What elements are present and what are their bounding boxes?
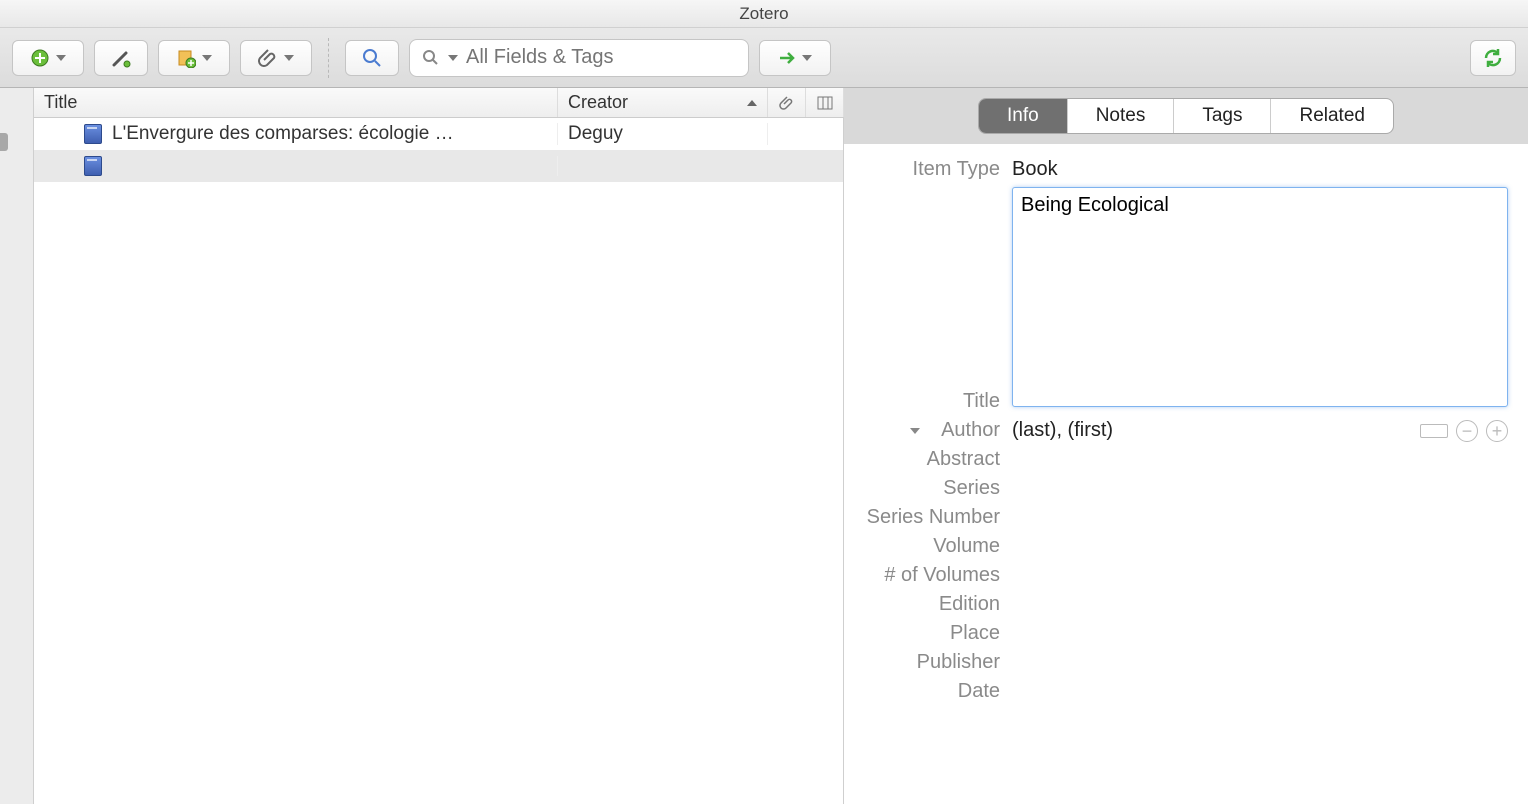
item-row[interactable]: [34, 150, 843, 182]
field-volume: Volume: [844, 535, 1508, 558]
attach-button[interactable]: [240, 40, 312, 76]
field-item-type: Item Type Book: [844, 158, 1508, 181]
new-item-button[interactable]: [158, 40, 230, 76]
field-label: Edition: [844, 593, 1012, 616]
title-input[interactable]: [1012, 187, 1508, 407]
item-list-pane: Title Creator L'Envergure des comparses:…: [34, 88, 844, 804]
field-series-number: Series Number: [844, 506, 1508, 529]
book-icon: [84, 124, 102, 144]
creator-name[interactable]: (last), (first): [1012, 419, 1113, 442]
item-title-cell: [34, 156, 558, 176]
remove-creator-button[interactable]: −: [1456, 420, 1478, 442]
field-publisher: Publisher: [844, 651, 1508, 674]
chevron-down-icon: [802, 55, 812, 61]
new-collection-button[interactable]: [12, 40, 84, 76]
column-header-row: Title Creator: [34, 88, 843, 118]
item-pane: Info Notes Tags Related Item Type Book T…: [844, 88, 1528, 804]
item-rows: L'Envergure des comparses: écologie … De…: [34, 118, 843, 804]
field-label: Abstract: [844, 448, 1012, 471]
plus-circle-icon: [30, 48, 50, 68]
main-toolbar: [0, 28, 1528, 88]
field-label: Item Type: [844, 158, 1012, 181]
field-label: Volume: [844, 535, 1012, 558]
search-icon: [422, 49, 440, 67]
sort-ascending-icon: [747, 100, 757, 106]
field-author: Author (last), (first) − +: [844, 419, 1508, 442]
column-header-attachment[interactable]: [768, 88, 806, 117]
field-label: Series: [844, 477, 1012, 500]
field-date: Date: [844, 680, 1508, 703]
field-value-item-type[interactable]: Book: [1012, 158, 1508, 181]
creator-type-label[interactable]: Author: [844, 419, 1012, 442]
toolbar-separator: [328, 38, 329, 78]
search-input[interactable]: [466, 46, 736, 69]
columns-icon: [817, 95, 833, 111]
field-label: Date: [844, 680, 1012, 703]
paperclip-icon: [779, 95, 795, 111]
tab-related[interactable]: Related: [1271, 99, 1393, 133]
locate-button[interactable]: [759, 40, 831, 76]
add-by-identifier-button[interactable]: [94, 40, 148, 76]
main-area: Title Creator L'Envergure des comparses:…: [0, 88, 1528, 804]
field-abstract: Abstract: [844, 448, 1508, 471]
column-header-title[interactable]: Title: [34, 88, 558, 117]
arrow-right-icon: [778, 49, 796, 67]
item-row[interactable]: L'Envergure des comparses: écologie … De…: [34, 118, 843, 150]
chevron-down-icon: [284, 55, 294, 61]
add-creator-button[interactable]: +: [1486, 420, 1508, 442]
wand-icon: [110, 47, 132, 69]
sync-button[interactable]: [1470, 40, 1516, 76]
column-picker-button[interactable]: [806, 88, 844, 117]
field-label: # of Volumes: [844, 564, 1012, 587]
item-title-cell: L'Envergure des comparses: écologie …: [34, 123, 558, 145]
field-place: Place: [844, 622, 1508, 645]
tab-info[interactable]: Info: [979, 99, 1068, 133]
window-title: Zotero: [739, 4, 788, 23]
info-fields: Item Type Book Title Author (last), (fir…: [844, 144, 1528, 804]
page-add-icon: [176, 48, 196, 68]
tab-notes[interactable]: Notes: [1068, 99, 1175, 133]
book-icon: [84, 156, 102, 176]
field-series: Series: [844, 477, 1508, 500]
sync-icon: [1482, 47, 1504, 69]
field-label: Title: [844, 390, 1012, 413]
field-edition: Edition: [844, 593, 1508, 616]
item-pane-tabbar: Info Notes Tags Related: [844, 88, 1528, 144]
chevron-down-icon: [56, 55, 66, 61]
search-icon: [361, 47, 383, 69]
field-label: Series Number: [844, 506, 1012, 529]
field-title: Title: [844, 187, 1508, 413]
field-label: Place: [844, 622, 1012, 645]
item-pane-tabs: Info Notes Tags Related: [978, 98, 1394, 134]
tab-tags[interactable]: Tags: [1174, 99, 1271, 133]
column-header-creator[interactable]: Creator: [558, 88, 768, 117]
chevron-down-icon: [202, 55, 212, 61]
item-title-text: L'Envergure des comparses: écologie …: [112, 123, 454, 145]
collections-strip[interactable]: [0, 88, 34, 804]
chevron-down-icon: [448, 55, 458, 61]
field-label: Publisher: [844, 651, 1012, 674]
lookup-button[interactable]: [345, 40, 399, 76]
strip-selection-indicator: [0, 133, 8, 151]
creator-mode-toggle[interactable]: [1420, 424, 1448, 438]
window-titlebar: Zotero: [0, 0, 1528, 28]
item-creator-cell: Deguy: [558, 123, 768, 145]
field-num-volumes: # of Volumes: [844, 564, 1508, 587]
paperclip-icon: [258, 48, 278, 68]
search-box[interactable]: [409, 39, 749, 77]
